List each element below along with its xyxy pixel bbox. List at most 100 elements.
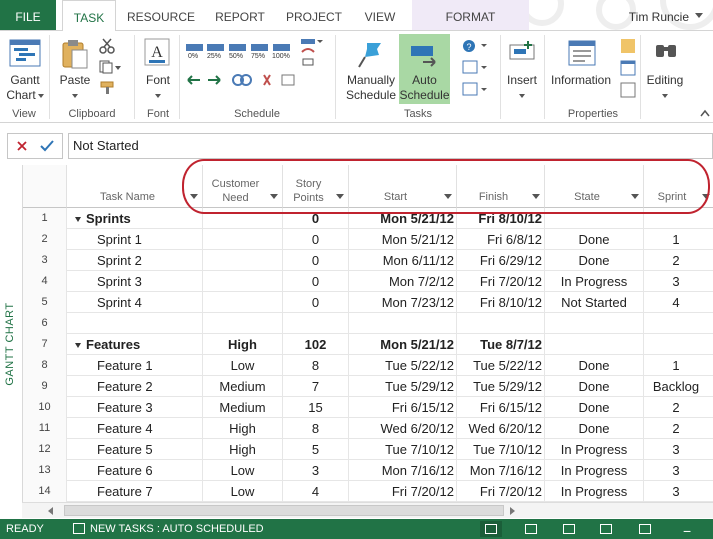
table-row[interactable]: 2 Sprint 1 0 Mon 5/21/12 Fri 6/8/12 Done 1 (23, 229, 713, 250)
story-points-cell[interactable]: 7 (283, 376, 349, 397)
task-name-cell[interactable]: Sprint 4 (67, 292, 203, 313)
property-tools-icons[interactable] (618, 37, 638, 103)
row-id[interactable]: 8 (23, 355, 67, 376)
collapse-ribbon-icon[interactable] (700, 109, 710, 117)
state-cell[interactable] (545, 208, 644, 229)
view-resource-sheet-button[interactable] (595, 521, 617, 537)
table-row[interactable]: 11 Feature 4 High 8 Wed 6/20/12 Wed 6/20/12 Do… (23, 418, 713, 439)
finish-cell[interactable]: Fri 7/20/12 (457, 481, 545, 502)
user-name[interactable]: Tim Runcie (629, 0, 689, 34)
sprint-cell[interactable] (644, 208, 713, 229)
task-name-cell[interactable]: Sprint 1 (67, 229, 203, 250)
select-all-header[interactable] (23, 165, 67, 208)
column-header-task-name[interactable]: Task Name (67, 165, 203, 208)
row-id[interactable]: 12 (23, 439, 67, 460)
story-points-cell[interactable]: 0 (283, 271, 349, 292)
task-tools-icons[interactable]: ? (461, 39, 489, 101)
sprint-cell[interactable]: 1 (644, 355, 713, 376)
start-cell[interactable]: Tue 5/22/12 (349, 355, 457, 376)
sprint-cell[interactable]: 2 (644, 418, 713, 439)
mark-75-percent-icon[interactable] (251, 44, 268, 51)
task-name-cell[interactable]: Sprint 3 (67, 271, 203, 292)
customer-need-cell[interactable]: High (203, 439, 283, 460)
state-cell[interactable]: In Progress (545, 271, 644, 292)
task-name-cell[interactable]: Feature 4 (67, 418, 203, 439)
tab-resource[interactable]: RESOURCE (124, 0, 198, 30)
mark-25-percent-icon[interactable] (207, 44, 224, 51)
finish-cell[interactable]: Fri 8/10/12 (457, 292, 545, 313)
task-name-cell[interactable]: Feature 7 (67, 481, 203, 502)
story-points-cell[interactable]: 0 (283, 250, 349, 271)
state-cell[interactable]: In Progress (545, 439, 644, 460)
tab-format[interactable]: FORMAT (412, 0, 529, 30)
column-header-story-points[interactable]: Story Points (283, 165, 349, 208)
finish-cell[interactable]: Wed 6/20/12 (457, 418, 545, 439)
start-cell[interactable]: Mon 5/21/12 (349, 334, 457, 355)
row-id[interactable]: 6 (23, 313, 67, 334)
start-cell[interactable]: Tue 5/29/12 (349, 376, 457, 397)
table-row[interactable]: 5 Sprint 4 0 Mon 7/23/12 Fri 8/10/12 Not Star… (23, 292, 713, 313)
tab-task[interactable]: TASK (62, 0, 116, 31)
sprint-cell[interactable]: 2 (644, 397, 713, 418)
table-row[interactable]: 9 Feature 2 Medium 7 Tue 5/29/12 Tue 5/29/12 D… (23, 376, 713, 397)
start-cell[interactable]: Wed 6/20/12 (349, 418, 457, 439)
zoom-out-button[interactable]: − (676, 521, 698, 539)
story-points-cell[interactable]: 0 (283, 208, 349, 229)
start-cell[interactable] (349, 313, 457, 334)
task-name-cell[interactable] (67, 313, 203, 334)
chevron-down-icon[interactable] (631, 194, 639, 199)
row-id[interactable]: 13 (23, 460, 67, 481)
finish-cell[interactable]: Tue 5/22/12 (457, 355, 545, 376)
state-cell[interactable]: Done (545, 418, 644, 439)
chevron-down-icon[interactable] (695, 13, 703, 18)
collapse-triangle-icon[interactable] (75, 217, 81, 223)
format-painter-icon[interactable] (100, 81, 116, 95)
story-points-cell[interactable]: 8 (283, 355, 349, 376)
sprint-cell[interactable] (644, 334, 713, 355)
sprint-cell[interactable]: 1 (644, 229, 713, 250)
row-id[interactable]: 7 (23, 334, 67, 355)
chevron-down-icon[interactable] (336, 194, 344, 199)
customer-need-cell[interactable]: High (203, 418, 283, 439)
state-cell[interactable] (545, 334, 644, 355)
start-cell[interactable]: Mon 7/2/12 (349, 271, 457, 292)
table-row[interactable]: 7 Features High 102 Mon 5/21/12 Tue 8/7/12 (23, 334, 713, 355)
customer-need-cell[interactable]: Low (203, 460, 283, 481)
sprint-cell[interactable]: 3 (644, 481, 713, 502)
chevron-down-icon[interactable] (702, 194, 710, 199)
customer-need-cell[interactable] (203, 250, 283, 271)
row-id[interactable]: 4 (23, 271, 67, 292)
start-cell[interactable]: Mon 6/11/12 (349, 250, 457, 271)
customer-need-cell[interactable] (203, 313, 283, 334)
table-row[interactable]: 8 Feature 1 Low 8 Tue 5/22/12 Tue 5/22/12 Done… (23, 355, 713, 376)
table-row[interactable]: 4 Sprint 3 0 Mon 7/2/12 Fri 7/20/12 In Progre… (23, 271, 713, 292)
story-points-cell[interactable]: 8 (283, 418, 349, 439)
start-cell[interactable]: Fri 6/15/12 (349, 397, 457, 418)
row-id[interactable]: 10 (23, 397, 67, 418)
table-row[interactable]: 14 Feature 7 Low 4 Fri 7/20/12 Fri 7/20/12 In … (23, 481, 713, 502)
view-gantt-button[interactable] (480, 521, 502, 537)
story-points-cell[interactable]: 102 (283, 334, 349, 355)
column-header-sprint[interactable]: Sprint (644, 165, 713, 208)
sprint-cell[interactable]: 4 (644, 292, 713, 313)
start-cell[interactable]: Mon 5/21/12 (349, 208, 457, 229)
task-name-cell[interactable]: Feature 1 (67, 355, 203, 376)
tab-project[interactable]: PROJECT (281, 0, 347, 30)
row-id[interactable]: 14 (23, 481, 67, 502)
story-points-cell[interactable]: 15 (283, 397, 349, 418)
state-cell[interactable]: Not Started (545, 292, 644, 313)
finish-cell[interactable]: Fri 8/10/12 (457, 208, 545, 229)
customer-need-cell[interactable]: Medium (203, 376, 283, 397)
column-header-start[interactable]: Start (349, 165, 457, 208)
finish-cell[interactable]: Fri 6/15/12 (457, 397, 545, 418)
x-icon[interactable] (16, 140, 28, 152)
start-cell[interactable]: Mon 7/23/12 (349, 292, 457, 313)
view-team-planner-button[interactable] (558, 521, 580, 537)
chevron-down-icon[interactable] (532, 194, 540, 199)
story-points-cell[interactable]: 4 (283, 481, 349, 502)
customer-need-cell[interactable] (203, 229, 283, 250)
table-row[interactable]: 6 (23, 313, 713, 334)
sprint-cell[interactable]: 3 (644, 439, 713, 460)
finish-cell[interactable] (457, 313, 545, 334)
state-cell[interactable]: In Progress (545, 481, 644, 502)
